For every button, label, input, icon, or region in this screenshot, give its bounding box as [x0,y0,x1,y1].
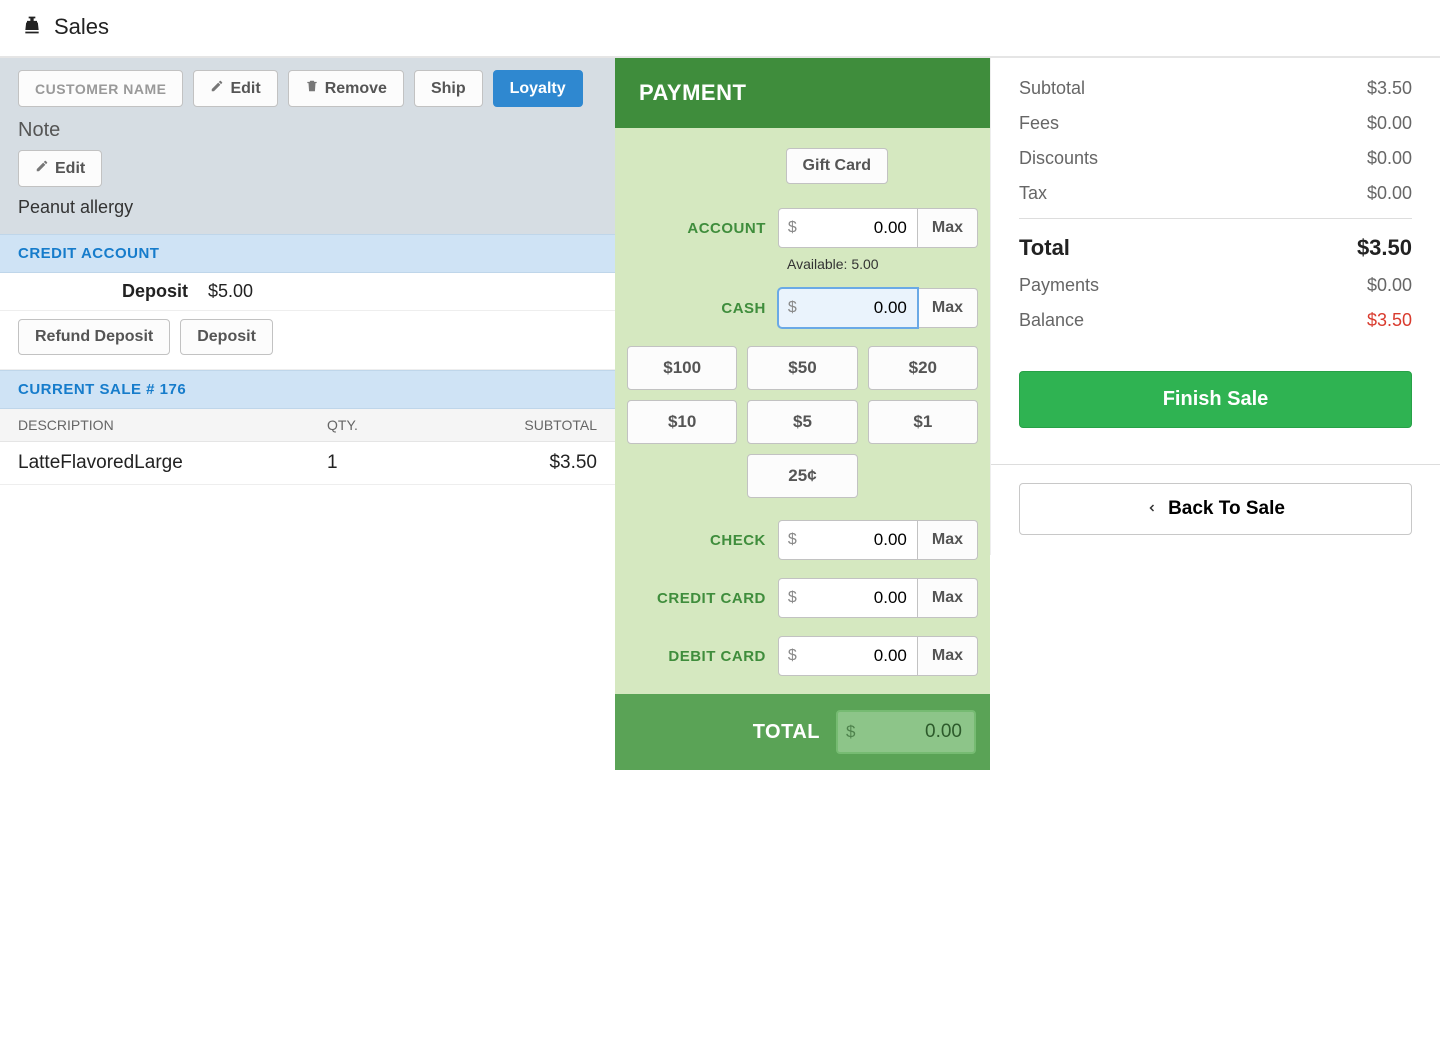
deposit-button[interactable]: Deposit [180,319,273,355]
edit-customer-button[interactable]: Edit [193,70,277,107]
tax-label: Tax [1019,183,1047,204]
quick-100-button[interactable]: $100 [627,346,737,390]
fees-value: $0.00 [1367,113,1412,134]
back-to-sale-button[interactable]: Back To Sale [1019,483,1412,535]
payments-value: $0.00 [1367,275,1412,296]
right-divider [991,464,1440,465]
debit-card-input[interactable] [778,636,918,676]
balance-value: $3.50 [1367,310,1412,331]
deposit-amount: $5.00 [208,281,398,302]
quick-5-button[interactable]: $5 [747,400,857,444]
check-input[interactable] [778,520,918,560]
payment-heading: PAYMENT [615,58,990,128]
quick-10-button[interactable]: $10 [627,400,737,444]
account-max-button[interactable]: Max [918,208,978,248]
tax-value: $0.00 [1367,183,1412,204]
subtotal-label: Subtotal [1019,78,1085,99]
total-value: $3.50 [1357,235,1412,261]
pencil-icon [35,159,49,178]
chevron-left-icon [1146,498,1158,520]
discounts-label: Discounts [1019,148,1098,169]
summary-divider [1019,218,1412,219]
sale-panel: CUSTOMER NAME Edit Remove Ship Loyalty N… [0,58,615,485]
quick-20-button[interactable]: $20 [868,346,978,390]
account-input[interactable] [778,208,918,248]
subtotal-value: $3.50 [1367,78,1412,99]
debit-card-label: DEBIT CARD [627,648,766,665]
page-title: Sales [54,14,109,40]
sale-row[interactable]: LatteFlavoredLarge 1 $3.50 [0,442,615,485]
cash-input[interactable] [778,288,918,328]
payments-label: Payments [1019,275,1099,296]
trash-icon [305,79,319,98]
pencil-icon [210,79,224,98]
payment-total-label: TOTAL [629,721,820,744]
customer-box: CUSTOMER NAME Edit Remove Ship Loyalty N… [0,58,615,234]
note-heading: Note [18,119,597,142]
fees-label: Fees [1019,113,1059,134]
remove-customer-button[interactable]: Remove [288,70,404,107]
credit-card-input[interactable] [778,578,918,618]
quick-cash-grid: $100 $50 $20 $10 $5 $1 25¢ [627,346,978,498]
ship-button[interactable]: Ship [414,70,483,107]
check-label: CHECK [627,532,766,549]
edit-note-button[interactable]: Edit [18,150,102,187]
quick-1-button[interactable]: $1 [868,400,978,444]
gift-card-button[interactable]: Gift Card [786,148,888,184]
col-description: DESCRIPTION [18,417,327,433]
remove-customer-label: Remove [325,80,387,98]
summary-panel: Subtotal $3.50 Fees $0.00 Discounts $0.00 T… [990,58,1440,555]
payment-total-value [836,710,976,754]
finish-sale-button[interactable]: Finish Sale [1019,371,1412,428]
customer-name-button[interactable]: CUSTOMER NAME [18,70,183,107]
col-subtotal: SUBTOTAL [437,417,597,433]
quick-50-button[interactable]: $50 [747,346,857,390]
edit-customer-label: Edit [230,80,260,98]
back-to-sale-label: Back To Sale [1168,498,1285,520]
col-qty: QTY. [327,417,437,433]
sale-item-subtotal: $3.50 [437,452,597,474]
app-header: Sales [0,0,1440,58]
sale-table-header: DESCRIPTION QTY. SUBTOTAL [0,409,615,442]
edit-note-label: Edit [55,160,85,178]
debit-card-max-button[interactable]: Max [918,636,978,676]
balance-label: Balance [1019,310,1084,331]
current-sale-heading: CURRENT SALE # 176 [0,370,615,409]
account-available: Available: 5.00 [627,256,978,272]
sale-item-qty: 1 [327,452,437,474]
total-label: Total [1019,235,1070,261]
account-label: ACCOUNT [627,220,766,237]
credit-card-max-button[interactable]: Max [918,578,978,618]
cash-label: CASH [627,300,766,317]
payment-total-row: TOTAL [615,694,990,770]
deposit-line: Deposit $5.00 [0,273,615,311]
payment-panel: PAYMENT Gift Card ACCOUNT Max Available:… [615,58,990,770]
sale-item-description: LatteFlavoredLarge [18,452,327,474]
cash-max-button[interactable]: Max [918,288,978,328]
discounts-value: $0.00 [1367,148,1412,169]
deposit-label: Deposit [18,281,208,302]
credit-account-heading: CREDIT ACCOUNT [0,234,615,273]
cash-register-icon [22,15,42,39]
refund-deposit-button[interactable]: Refund Deposit [18,319,170,355]
note-text: Peanut allergy [18,197,597,218]
credit-card-label: CREDIT CARD [627,590,766,607]
quick-25c-button[interactable]: 25¢ [747,454,857,498]
check-max-button[interactable]: Max [918,520,978,560]
loyalty-button[interactable]: Loyalty [493,70,583,107]
